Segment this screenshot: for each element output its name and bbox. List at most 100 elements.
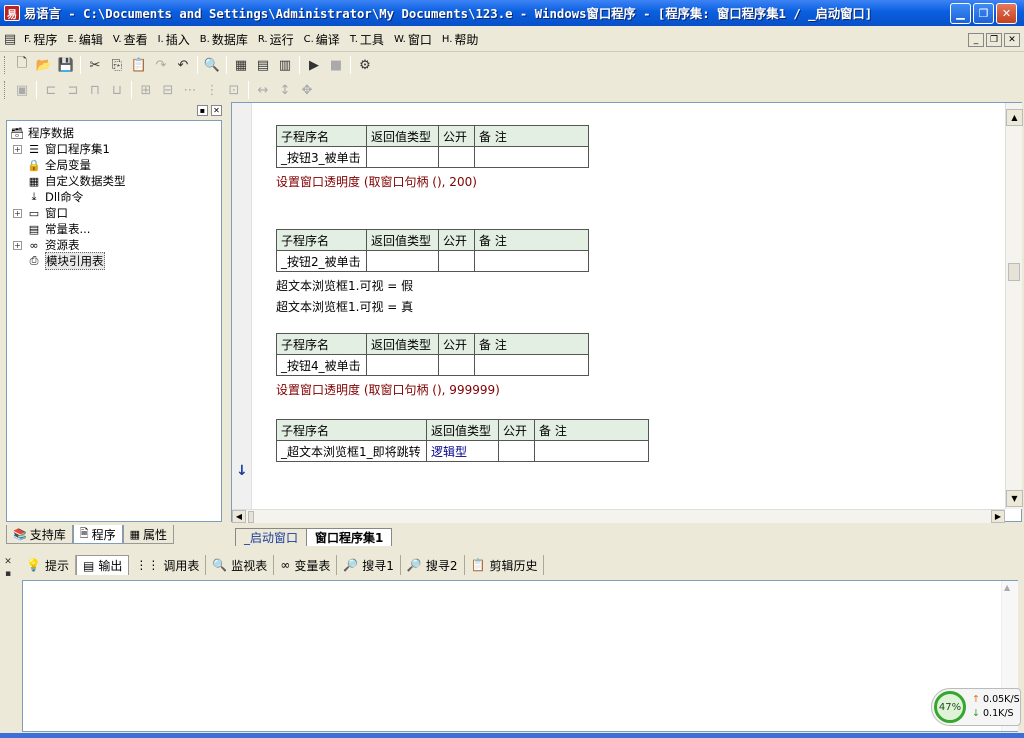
code-editor[interactable]: ↓ 子程序名 返回值类型 公开备 注 _按钮3_被单击 设置窗口透明度 (取窗口句柄 (…: [231, 102, 1023, 523]
same-both-icon[interactable]: ✥: [296, 80, 318, 100]
bottom-tab-1[interactable]: ▤ 输出: [75, 555, 130, 575]
menu-item-2[interactable]: V. 查看: [109, 29, 154, 51]
same-height-icon[interactable]: ↕: [274, 80, 296, 100]
note-cell[interactable]: [474, 146, 589, 168]
open-folder-icon[interactable]: 📂: [33, 55, 55, 75]
subroutine-table[interactable]: 子程序名 返回值类型 公开备 注 _按钮2_被单击: [276, 229, 589, 272]
public-flag[interactable]: [438, 250, 475, 272]
expand-icon[interactable]: +: [13, 240, 22, 250]
subroutine-name[interactable]: _超文本浏览框1_即将跳转: [276, 440, 427, 462]
editor-vertical-scrollbar[interactable]: ▲ ▼: [1005, 103, 1023, 509]
center-v-icon[interactable]: ⊟: [157, 80, 179, 100]
network-monitor-widget[interactable]: 47% ↑ 0.05K/S ↓ 0.1K/S: [931, 688, 1021, 726]
editor-tab-0[interactable]: _启动窗口: [235, 528, 308, 546]
left-tab-0[interactable]: 📚 支持库: [6, 525, 73, 544]
tree-item[interactable]: + ∞ 资源表: [13, 237, 219, 253]
mdi-close-button[interactable]: ✕: [1004, 32, 1020, 47]
output-scroll-up-icon[interactable]: ▲: [1004, 583, 1010, 592]
tree-item[interactable]: ⤓ Dll命令: [13, 189, 219, 205]
center-h-icon[interactable]: ⊞: [135, 80, 157, 100]
menu-item-4[interactable]: B. 数据库: [196, 29, 254, 51]
tree-item[interactable]: ▦ 自定义数据类型: [13, 173, 219, 189]
menu-item-6[interactable]: C. 编译: [300, 29, 346, 51]
layout-2-icon[interactable]: ▤: [252, 55, 274, 75]
align-left-icon[interactable]: ⊏: [40, 80, 62, 100]
menu-item-0[interactable]: F. 程序: [20, 29, 63, 51]
code-line[interactable]: 设置窗口透明度 (取窗口句柄 (), 200): [276, 173, 477, 190]
copy-icon[interactable]: ⎘: [106, 55, 128, 75]
public-flag[interactable]: [438, 146, 475, 168]
paste-icon[interactable]: 📋: [128, 55, 150, 75]
expand-icon[interactable]: +: [13, 144, 22, 154]
tree-item[interactable]: 🔒 全局变量: [13, 157, 219, 173]
stop-icon[interactable]: ■: [325, 55, 347, 75]
hscroll-thumb[interactable]: [248, 510, 254, 523]
mdi-minimize-button[interactable]: _: [968, 32, 984, 47]
debug-icon[interactable]: ⚙: [354, 55, 376, 75]
return-type[interactable]: [366, 354, 439, 376]
mdi-restore-button[interactable]: ❐: [986, 32, 1002, 47]
tree-item[interactable]: ▤ 常量表...: [13, 221, 219, 237]
scroll-left-icon[interactable]: ◀: [232, 510, 246, 523]
align-right-icon[interactable]: ⊐: [62, 80, 84, 100]
panel-pin-icon[interactable]: ▪: [197, 104, 208, 116]
scroll-up-icon[interactable]: ▲: [1006, 109, 1023, 126]
menu-item-5[interactable]: R. 运行: [254, 29, 300, 51]
same-size-icon[interactable]: ⊡: [223, 80, 245, 100]
same-width-icon[interactable]: ↔: [252, 80, 274, 100]
code-line[interactable]: 设置窗口透明度 (取窗口句柄 (), 999999): [276, 381, 500, 398]
tree-item[interactable]: ⎙ 模块引用表: [13, 252, 219, 270]
scroll-thumb[interactable]: [1008, 263, 1020, 281]
tree-item[interactable]: + ☰ 窗口程序集1: [13, 141, 219, 157]
document-icon[interactable]: ▤: [0, 30, 20, 50]
note-cell[interactable]: [534, 440, 649, 462]
align-bottom-icon[interactable]: ⊔: [106, 80, 128, 100]
subroutine-name[interactable]: _按钮3_被单击: [276, 146, 367, 168]
subroutine-table[interactable]: 子程序名 返回值类型 公开备 注 _按钮4_被单击: [276, 333, 589, 376]
bottom-tab-2[interactable]: ⋮⋮ 调用表: [129, 555, 207, 575]
note-cell[interactable]: [474, 354, 589, 376]
bottom-tab-5[interactable]: 🔎 搜寻1: [337, 555, 401, 575]
tree-root[interactable]: 🗃 程序数据: [9, 125, 219, 141]
app-icon[interactable]: 易: [4, 5, 20, 21]
menu-item-3[interactable]: I. 插入: [154, 29, 196, 51]
public-flag[interactable]: [438, 354, 475, 376]
align-top-icon[interactable]: ⊓: [84, 80, 106, 100]
redo-icon[interactable]: ↷: [150, 55, 172, 75]
cut-icon[interactable]: ✂: [84, 55, 106, 75]
menu-item-7[interactable]: T. 工具: [346, 29, 390, 51]
new-file-icon[interactable]: 🗋: [11, 55, 33, 75]
output-area[interactable]: ▲: [22, 580, 1018, 732]
bottom-tab-6[interactable]: 🔎 搜寻2: [401, 555, 465, 575]
editor-horizontal-scrollbar[interactable]: ◀ ▶: [232, 509, 1005, 523]
bottom-tab-4[interactable]: ∞ 变量表: [274, 555, 338, 575]
return-type[interactable]: 逻辑型: [426, 440, 499, 462]
save-icon[interactable]: 💾: [55, 55, 77, 75]
bottom-tab-0[interactable]: 💡 提示: [20, 555, 76, 575]
public-flag[interactable]: [498, 440, 535, 462]
left-tab-2[interactable]: ▦ 属性: [122, 525, 175, 544]
layout-3-icon[interactable]: ▥: [274, 55, 296, 75]
bottom-panel-controls[interactable]: ✕ ▪: [2, 556, 14, 596]
subroutine-name[interactable]: _按钮2_被单击: [276, 250, 367, 272]
menu-item-9[interactable]: H. 帮助: [438, 29, 485, 51]
minimize-button[interactable]: ▁: [950, 2, 971, 24]
code-line[interactable]: 超文本浏览框1.可视 = 假: [276, 277, 413, 294]
return-type[interactable]: [366, 250, 439, 272]
program-tree[interactable]: 🗃 程序数据 + ☰ 窗口程序集1 🔒 全局变量 ▦ 自定义数据类型 ⤓ Dll命令 + ▭ 窗口 ▤ 常…: [6, 120, 222, 522]
align-grid-icon[interactable]: ▣: [11, 80, 33, 100]
scroll-down-icon[interactable]: ▼: [1006, 490, 1023, 507]
subroutine-table[interactable]: 子程序名 返回值类型 公开备 注 _超文本浏览框1_即将跳转 逻辑型: [276, 419, 649, 462]
scroll-right-icon[interactable]: ▶: [991, 510, 1005, 523]
maximize-button[interactable]: ❐: [973, 2, 994, 24]
toolbar-grip[interactable]: [4, 56, 7, 74]
undo-icon[interactable]: ↶: [172, 55, 194, 75]
layout-1-icon[interactable]: ▦: [230, 55, 252, 75]
title-bar[interactable]: 易 易语言 - C:\Documents and Settings\Admini…: [0, 0, 1024, 26]
note-cell[interactable]: [474, 250, 589, 272]
bottom-tab-7[interactable]: 📋 剪辑历史: [465, 555, 545, 575]
left-tab-1[interactable]: 🗎 程序: [72, 525, 123, 544]
subroutine-name[interactable]: _按钮4_被单击: [276, 354, 367, 376]
subroutine-table[interactable]: 子程序名 返回值类型 公开备 注 _按钮3_被单击: [276, 125, 589, 168]
editor-tab-1[interactable]: 窗口程序集1: [306, 528, 393, 546]
